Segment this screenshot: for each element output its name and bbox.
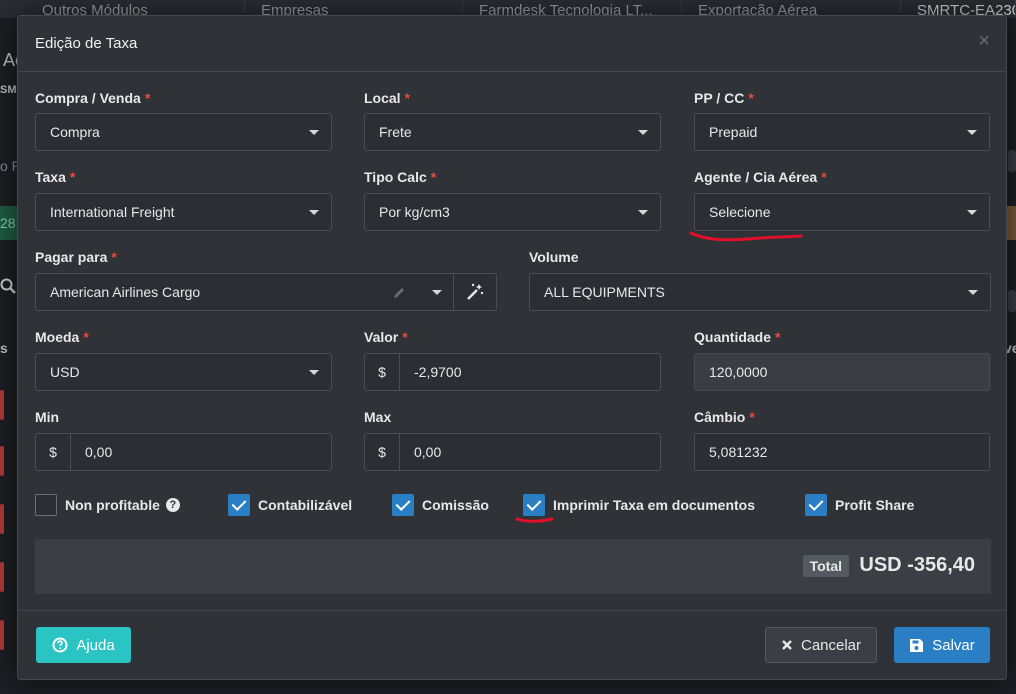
agente-select[interactable]: Selecione (694, 193, 990, 231)
bg-red-row-marker (0, 562, 4, 592)
close-icon[interactable]: × (978, 30, 990, 53)
chevron-down-icon (432, 290, 442, 295)
imprimir-label: Imprimir Taxa em documentos (553, 497, 756, 513)
chevron-down-icon (309, 210, 319, 215)
profit-share-label: Profit Share (835, 497, 915, 513)
bg-red-row-marker (0, 620, 4, 650)
bg-red-row-marker (0, 390, 4, 420)
imprimir-checkbox[interactable]: Imprimir Taxa em documentos (523, 492, 755, 518)
magic-wand-icon (467, 283, 484, 300)
moeda-label: Moeda * (35, 329, 89, 345)
cancel-button-label: Cancelar (800, 636, 862, 654)
checkbox-unchecked[interactable] (35, 494, 57, 516)
min-value: 0,00 (85, 444, 113, 460)
contabilizavel-label: Contabilizável (258, 497, 353, 513)
pagar-para-label: Pagar para * (35, 249, 117, 265)
chevron-down-icon (967, 130, 977, 135)
question-circle-icon (52, 637, 68, 653)
bg-right-badge (1006, 206, 1016, 240)
comissao-checkbox[interactable]: Comissão (392, 492, 489, 518)
checkbox-checked[interactable] (228, 494, 250, 516)
local-label: Local * (364, 90, 411, 106)
pp-cc-select[interactable]: Prepaid (694, 113, 990, 151)
bg-green-badge: 28 (0, 206, 18, 240)
profit-share-checkbox[interactable]: Profit Share (805, 492, 914, 518)
volume-label: Volume (529, 249, 579, 265)
valor-input[interactable]: $ -2,9700 (364, 353, 661, 391)
max-input[interactable]: $ 0,00 (364, 433, 661, 471)
taxa-select[interactable]: International Freight (35, 193, 332, 231)
non-profitable-label: Non profitable (65, 497, 160, 513)
min-label: Min (35, 409, 60, 425)
bg-search-icon (0, 278, 16, 299)
floppy-disk-icon (910, 638, 924, 652)
currency-addon: $ (365, 434, 400, 470)
footer-divider (18, 610, 1006, 611)
total-badge: Total (802, 555, 849, 577)
currency-addon: $ (36, 434, 71, 470)
bg-right-button (1008, 290, 1016, 312)
help-button-label: Ajuda (76, 636, 115, 654)
chevron-down-icon (638, 210, 648, 215)
chevron-down-icon (309, 130, 319, 135)
tipo-calc-select[interactable]: Por kg/cm3 (364, 193, 661, 231)
tipo-calc-label: Tipo Calc * (364, 169, 437, 185)
cancel-button[interactable]: Cancelar (765, 627, 877, 663)
total-value: USD -356,40 (859, 554, 975, 576)
comissao-label: Comissão (422, 497, 489, 513)
valor-label: Valor * (364, 329, 408, 345)
total-bar: Total USD -356,40 (35, 539, 991, 594)
bg-red-row-marker (0, 504, 4, 534)
contabilizavel-checkbox[interactable]: Contabilizável (228, 492, 352, 518)
chevron-down-icon (638, 130, 648, 135)
quantidade-label: Quantidade * (694, 329, 781, 345)
checkbox-checked[interactable] (523, 494, 545, 516)
checkbox-checked[interactable] (805, 494, 827, 516)
bg-red-row-marker (0, 446, 4, 476)
local-select[interactable]: Frete (364, 113, 661, 151)
edit-fee-modal: Edição de Taxa × Compra / Venda * Compra … (17, 15, 1007, 680)
save-button-label: Salvar (932, 636, 975, 654)
cambio-label: Câmbio * (694, 409, 755, 425)
compra-venda-label: Compra / Venda * (35, 90, 151, 106)
pagar-para-select[interactable]: American Airlines Cargo (35, 273, 455, 311)
agente-label: Agente / Cia Aérea * (694, 169, 827, 185)
pencil-icon[interactable] (392, 286, 406, 300)
help-icon[interactable]: ? (165, 498, 180, 512)
bg-column-header: s (0, 340, 8, 356)
chevron-down-icon (967, 210, 977, 215)
save-button[interactable]: Salvar (894, 627, 990, 663)
magic-wand-button[interactable] (453, 273, 497, 311)
volume-select[interactable]: ALL EQUIPMENTS (529, 273, 991, 311)
modal-header: Edição de Taxa × (18, 16, 1006, 72)
help-button[interactable]: Ajuda (36, 627, 131, 663)
quantidade-input[interactable]: 120,0000 (694, 353, 990, 391)
checkbox-checked[interactable] (392, 494, 414, 516)
currency-addon: $ (365, 354, 400, 390)
max-label: Max (364, 409, 392, 425)
close-icon (782, 640, 792, 650)
min-input[interactable]: $ 0,00 (35, 433, 332, 471)
modal-title: Edição de Taxa (35, 35, 138, 52)
moeda-select[interactable]: USD (35, 353, 332, 391)
chevron-down-icon (309, 370, 319, 375)
pp-cc-label: PP / CC * (694, 90, 754, 106)
max-value: 0,00 (414, 444, 442, 460)
bg-right-button (1008, 150, 1016, 172)
cambio-input[interactable]: 5,081232 (694, 433, 990, 471)
valor-value: -2,9700 (414, 364, 462, 380)
taxa-label: Taxa * (35, 169, 76, 185)
chevron-down-icon (968, 290, 978, 295)
options-row: Non profitable ? Contabilizável Comissão… (18, 492, 1008, 518)
non-profitable-checkbox[interactable]: Non profitable ? (35, 492, 180, 518)
compra-venda-select[interactable]: Compra (35, 113, 332, 151)
